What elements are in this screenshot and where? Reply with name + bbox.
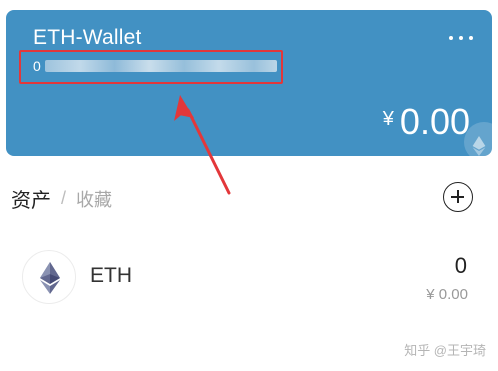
token-row-eth[interactable]: ETH 0 ¥ 0.00 xyxy=(0,240,498,320)
token-amount: 0 xyxy=(454,253,467,278)
wallet-name: ETH-Wallet xyxy=(33,26,142,49)
wallet-card[interactable]: ETH-Wallet 0 ¥ 0.00 xyxy=(6,10,492,156)
wallet-balance: ¥ 0.00 xyxy=(383,102,470,142)
address-highlight-box xyxy=(19,50,283,84)
tab-favorites[interactable]: 收藏 xyxy=(76,186,112,212)
tab-separator: / xyxy=(61,188,67,208)
balance-value: 0.00 xyxy=(399,101,470,142)
balance-currency: ¥ xyxy=(382,108,394,130)
tab-assets[interactable]: 资产 xyxy=(11,184,51,213)
more-options-icon[interactable] xyxy=(449,32,473,44)
source-watermark: 知乎 @王宇琦 xyxy=(404,343,486,358)
token-name: ETH xyxy=(90,264,132,287)
add-token-button[interactable] xyxy=(443,182,473,212)
asset-tabs: 资产 / 收藏 xyxy=(11,184,112,213)
token-fiat-value: ¥ 0.00 xyxy=(426,286,468,303)
ethereum-icon xyxy=(22,250,76,304)
